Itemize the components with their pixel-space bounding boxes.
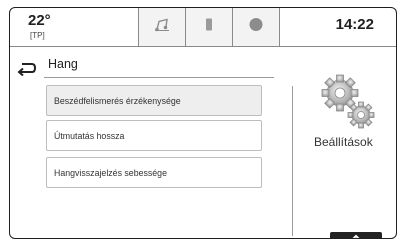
back-arrow-icon [16,63,38,80]
tab-phone[interactable] [185,8,232,46]
menu-item-label: Beszédfelismerés érzékenysége [54,95,181,106]
menu-item-guidance-length[interactable]: Útmutatás hossza [46,120,262,151]
panel-divider [292,86,293,236]
back-button[interactable] [16,60,38,77]
title-divider [44,77,274,78]
settings-label[interactable]: Beállítások [314,135,373,149]
tab-divider [279,8,280,46]
nav-dot-icon [248,17,264,38]
traffic-program-indicator: [TP] [30,31,45,40]
phone-icon [205,18,213,37]
menu-item-voice-feedback-speed[interactable]: Hangvisszajelzés sebessége [46,157,262,188]
menu-item-label: Hangvisszajelzés sebessége [54,167,167,178]
menu-item-label: Útmutatás hossza [54,130,125,141]
tab-audio[interactable] [138,8,185,46]
tab-navigation[interactable] [232,8,279,46]
infotainment-screen: 22° [TP] 14:22 Hang Beszédfelismerés érz… [9,7,397,239]
temperature-display: 22° [28,12,51,29]
music-note-icon [154,18,170,37]
gears-icon [318,71,376,131]
scroll-up-button[interactable] [330,232,382,238]
menu-item-speech-recognition-sensitivity[interactable]: Beszédfelismerés érzékenysége [46,85,262,116]
clock: 14:22 [335,16,374,33]
chevron-up-icon [352,234,360,238]
status-bar: 22° [TP] 14:22 [10,8,396,47]
page-title: Hang [48,57,78,71]
